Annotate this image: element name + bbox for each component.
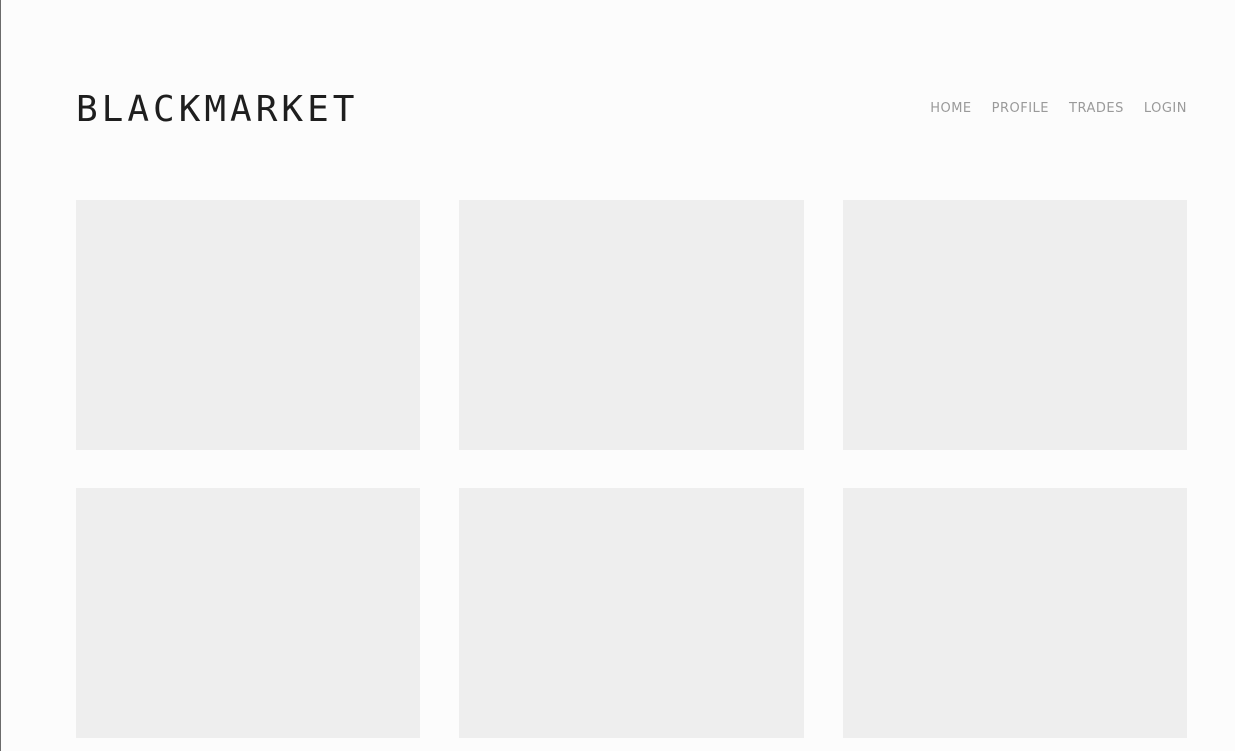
listing-tile[interactable] xyxy=(76,200,420,450)
listing-tile[interactable] xyxy=(843,200,1187,450)
listing-grid xyxy=(76,200,1187,738)
nav-item-trades[interactable]: TRADES xyxy=(1069,98,1124,120)
listing-tile[interactable] xyxy=(76,488,420,738)
listing-tile[interactable] xyxy=(459,488,804,738)
main-nav: HOME PROFILE TRADES LOGIN xyxy=(930,98,1187,120)
nav-item-profile[interactable]: PROFILE xyxy=(992,98,1049,120)
site-logo[interactable]: BLACKMARKET xyxy=(76,88,358,132)
listing-tile[interactable] xyxy=(459,200,804,450)
nav-item-login[interactable]: LOGIN xyxy=(1144,98,1187,120)
listing-tile[interactable] xyxy=(843,488,1187,738)
window-left-border xyxy=(0,0,1,751)
nav-item-home[interactable]: HOME xyxy=(930,98,971,120)
